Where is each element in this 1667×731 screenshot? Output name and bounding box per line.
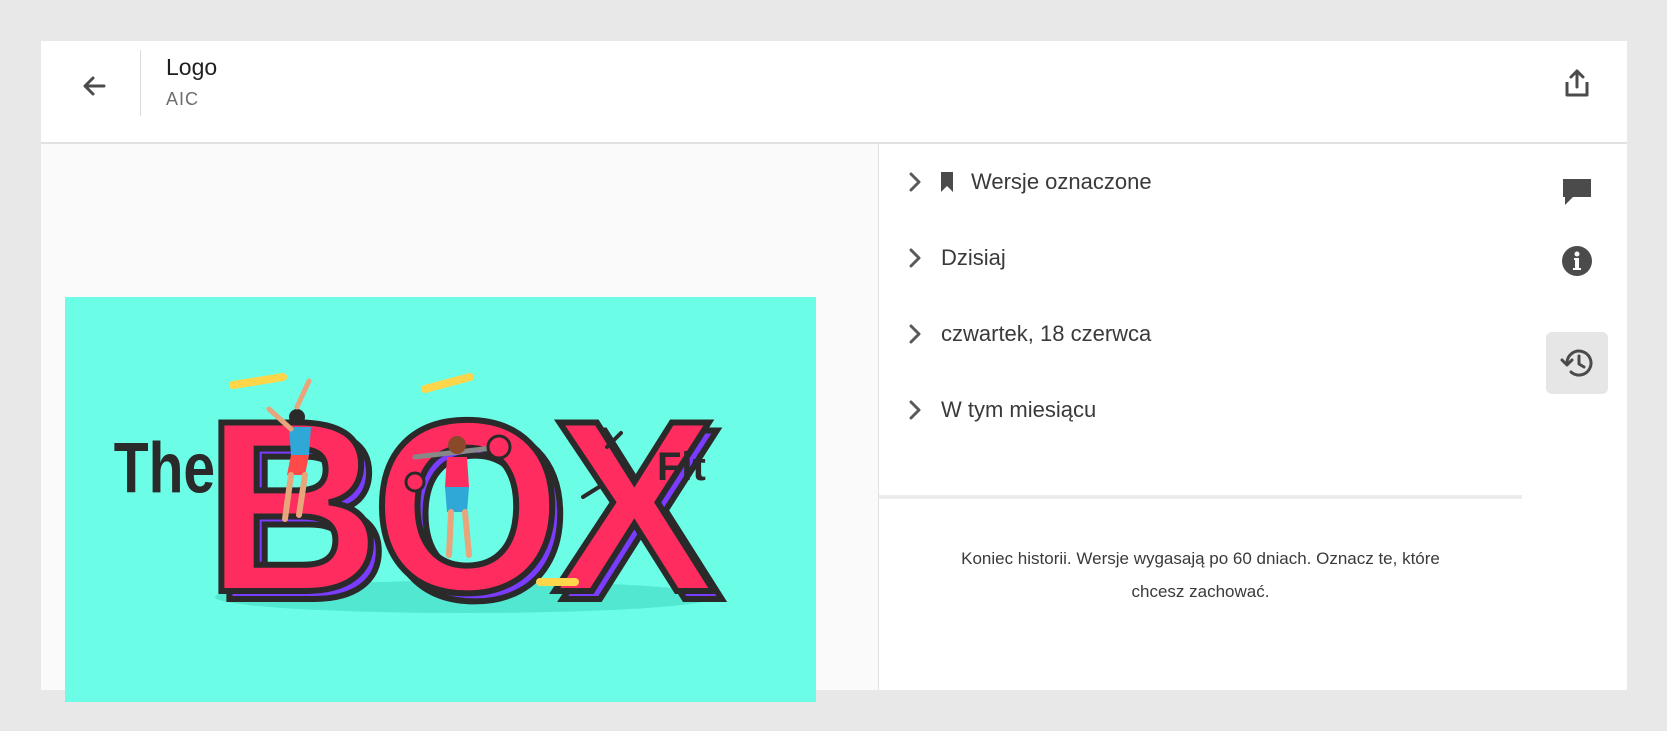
- info-button[interactable]: [1546, 230, 1608, 292]
- logo-artwork: The BOX BOX Fit: [65, 297, 816, 702]
- preview-area: The BOX BOX Fit: [41, 144, 878, 702]
- end-note-line: chcesz zachować.: [1131, 582, 1270, 601]
- history-icon: [1560, 349, 1593, 377]
- back-button[interactable]: [79, 71, 109, 101]
- history-group-today[interactable]: Dzisiaj: [879, 228, 1522, 288]
- version-history-button[interactable]: [1546, 332, 1608, 394]
- side-rail: [1522, 144, 1627, 690]
- arrow-left-icon: [83, 76, 106, 96]
- history-group-this-month[interactable]: W tym miesiącu: [879, 380, 1522, 440]
- comments-button[interactable]: [1546, 161, 1608, 223]
- document-title: Logo: [166, 54, 218, 80]
- chevron-right-icon: [909, 324, 925, 344]
- end-of-history-note: Koniec historii. Wersje wygasają po 60 d…: [919, 542, 1482, 608]
- history-group-label: W tym miesiącu: [941, 397, 1097, 422]
- info-icon: [1562, 246, 1592, 276]
- bookmark-icon: [941, 172, 953, 192]
- history-group-label: czwartek, 18 czerwca: [941, 321, 1152, 346]
- comment-icon: [1563, 179, 1591, 205]
- history-group-label: Dzisiaj: [941, 245, 1006, 270]
- history-group-marked[interactable]: Wersje oznaczone: [879, 152, 1522, 212]
- share-upload-icon: [1565, 69, 1589, 97]
- logo-word-the: The: [114, 428, 215, 508]
- title-block: Logo AIC: [166, 53, 217, 111]
- history-divider: [879, 495, 1522, 499]
- document-subtitle: AIC: [166, 89, 200, 109]
- chevron-right-icon: [909, 248, 925, 268]
- header-bar: Logo AIC: [41, 41, 1627, 144]
- history-group-label: Wersje oznaczone: [971, 169, 1152, 194]
- end-note-line: Koniec historii. Wersje wygasają po 60 d…: [961, 549, 1440, 568]
- chevron-right-icon: [909, 400, 925, 420]
- history-group-thursday[interactable]: czwartek, 18 czerwca: [879, 304, 1522, 364]
- header-divider: [140, 50, 141, 116]
- app-window: Logo AIC The BOX BOX Fit Wersje oznaczon…: [41, 41, 1627, 702]
- share-button[interactable]: [1557, 63, 1597, 103]
- logo-word-fit: Fit: [657, 445, 706, 489]
- logo-image: The BOX BOX Fit: [65, 297, 816, 702]
- version-history-panel: Wersje oznaczone Dzisiaj czwartek, 18 cz…: [878, 144, 1523, 690]
- chevron-right-icon: [909, 172, 925, 192]
